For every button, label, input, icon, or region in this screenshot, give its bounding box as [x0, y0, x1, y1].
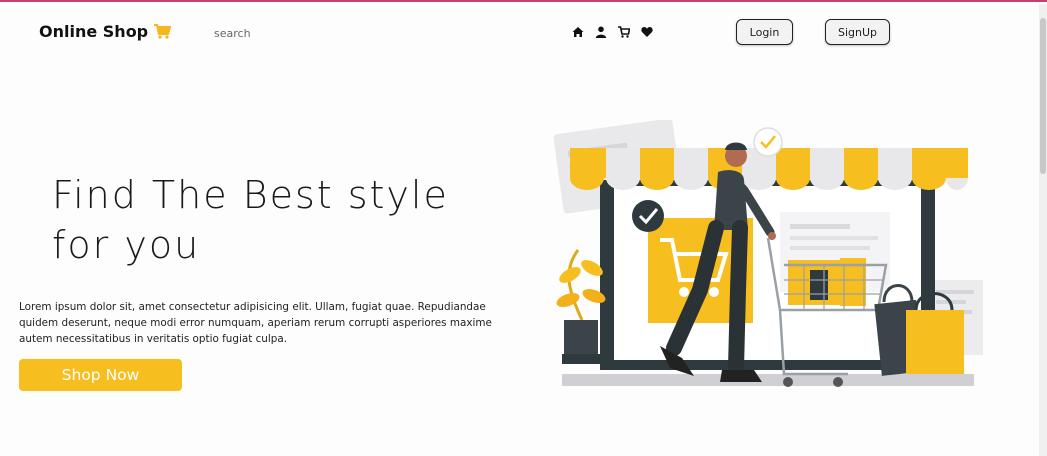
- shopping-illustration: [548, 118, 988, 395]
- shopping-cart-icon: [154, 24, 172, 39]
- home-icon[interactable]: [572, 26, 584, 38]
- cart-icon[interactable]: [618, 26, 630, 38]
- hero-title: Find The Best style for you: [52, 170, 492, 270]
- brand-name: Online Shop: [39, 22, 149, 41]
- hero-title-line-1: Find The Best style: [52, 173, 449, 217]
- nav-icons: [572, 26, 653, 38]
- user-icon[interactable]: [595, 26, 607, 38]
- hero-title-line-2: for you: [52, 223, 201, 267]
- page: Online Shop Login SignUp Find The Best s…: [0, 0, 1047, 456]
- search-input[interactable]: [214, 24, 374, 42]
- scrollbar-thumb[interactable]: [1040, 18, 1046, 174]
- hero-description: Lorem ipsum dolor sit, amet consectetur …: [19, 301, 492, 345]
- login-button[interactable]: Login: [736, 19, 793, 45]
- brand-logo[interactable]: Online Shop: [39, 22, 172, 41]
- heart-icon[interactable]: [641, 26, 653, 38]
- signup-button[interactable]: SignUp: [825, 19, 890, 45]
- shop-now-button[interactable]: Shop Now: [19, 359, 182, 391]
- scrollbar[interactable]: [1039, 4, 1047, 456]
